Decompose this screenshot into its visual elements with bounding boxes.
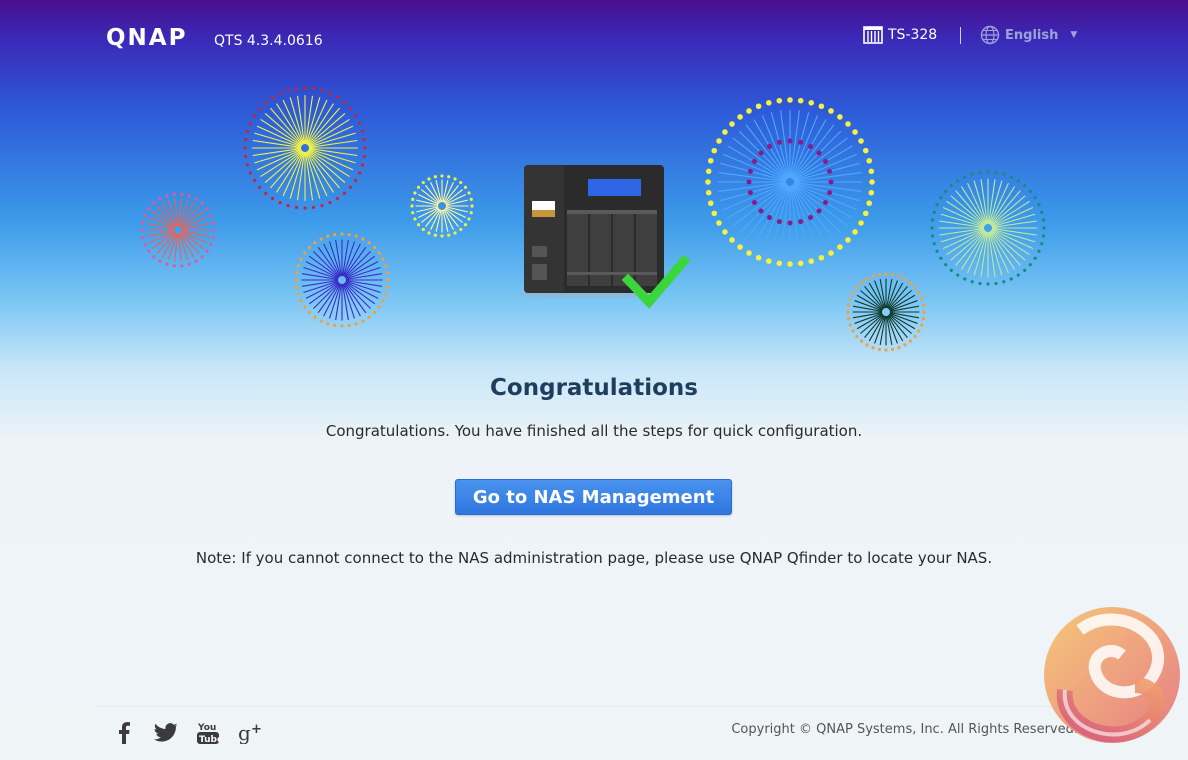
nas-device-illustration [518,165,691,309]
svg-text:g: g [238,722,251,744]
svg-text:You: You [197,723,216,733]
facebook-icon[interactable] [109,718,139,748]
twitter-icon[interactable] [151,718,181,748]
completion-message: Congratulations. You have finished all t… [325,422,863,440]
youtube-icon[interactable]: You Tube [193,718,223,748]
footer-divider [95,706,1090,707]
copyright-text: Copyright © QNAP Systems, Inc. All Right… [731,722,1078,737]
svg-text:Tube: Tube [199,735,219,745]
google-plus-icon[interactable]: g + [236,718,266,748]
go-to-nas-management-button[interactable]: Go to NAS Management [455,479,732,515]
qfinder-note: Note: If you cannot connect to the NAS a… [195,549,993,567]
svg-text:+: + [251,722,262,737]
watermark-logo [1044,607,1180,743]
page-title: Congratulations [490,375,698,401]
